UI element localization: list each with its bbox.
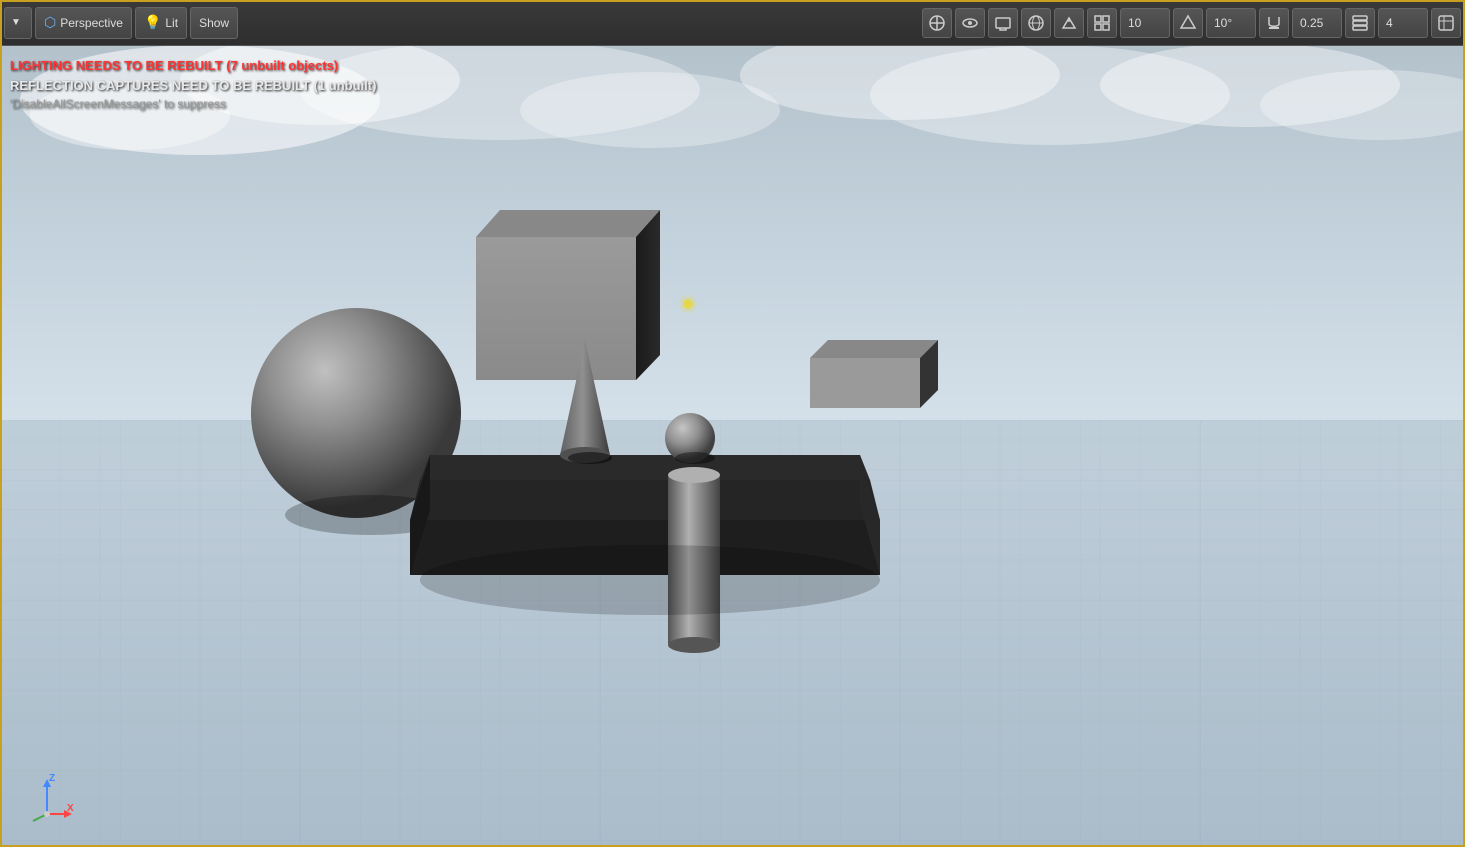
svg-text:Z: Z xyxy=(49,773,55,784)
perspective-icon: ⬡ xyxy=(44,14,56,31)
toolbar-right: 10 10° 0.25 xyxy=(922,8,1461,38)
reflection-warning-message: REFLECTION CAPTURES NEED TO BE REBUILT (… xyxy=(10,76,376,96)
perspective-button[interactable]: ⬡ Perspective xyxy=(35,7,132,39)
lighting-error-message: LIGHTING NEEDS TO BE REBUILT (7 unbuilt … xyxy=(10,56,376,76)
maximize-button[interactable] xyxy=(988,8,1018,38)
grid-value-button[interactable]: 10 xyxy=(1120,8,1170,38)
lit-label: Lit xyxy=(165,16,178,30)
viewport-dropdown-button[interactable]: ▼ xyxy=(4,7,32,39)
dropdown-arrow-icon: ▼ xyxy=(11,17,21,28)
settings-button[interactable] xyxy=(1431,8,1461,38)
grid-value-label: 10 xyxy=(1128,16,1141,30)
svg-text:X: X xyxy=(67,803,74,814)
snap-button[interactable] xyxy=(1259,8,1289,38)
perspective-label: Perspective xyxy=(60,16,123,30)
show-button[interactable]: Show xyxy=(190,7,238,39)
toolbar: ▼ ⬡ Perspective 💡 Lit Show xyxy=(0,0,1465,46)
axis-gizmo: Z X xyxy=(20,769,75,827)
layers-button[interactable] xyxy=(1345,8,1375,38)
show-label: Show xyxy=(199,16,229,30)
angle-value-label: 10° xyxy=(1214,16,1232,30)
lit-button[interactable]: 💡 Lit xyxy=(135,7,187,39)
grid-toggle-button[interactable] xyxy=(1087,8,1117,38)
scale-value-label: 0.25 xyxy=(1300,16,1323,30)
screen-messages: LIGHTING NEEDS TO BE REBUILT (7 unbuilt … xyxy=(10,56,376,113)
snap-count-label: 4 xyxy=(1386,16,1393,30)
lit-icon: 💡 xyxy=(144,14,161,31)
angle-value-button[interactable]: 10° xyxy=(1206,8,1256,38)
suppress-hint-message: 'DisableAllScreenMessages' to suppress xyxy=(10,95,376,113)
mesh-density-button[interactable] xyxy=(1173,8,1203,38)
globe-button[interactable] xyxy=(1021,8,1051,38)
orbit-button[interactable] xyxy=(955,8,985,38)
snap-count-button[interactable]: 4 xyxy=(1378,8,1428,38)
scale-value-button[interactable]: 0.25 xyxy=(1292,8,1342,38)
camera-speed-button[interactable] xyxy=(1054,8,1084,38)
viewport[interactable]: ▼ ⬡ Perspective 💡 Lit Show xyxy=(0,0,1465,847)
transform-gizmo-button[interactable] xyxy=(922,8,952,38)
